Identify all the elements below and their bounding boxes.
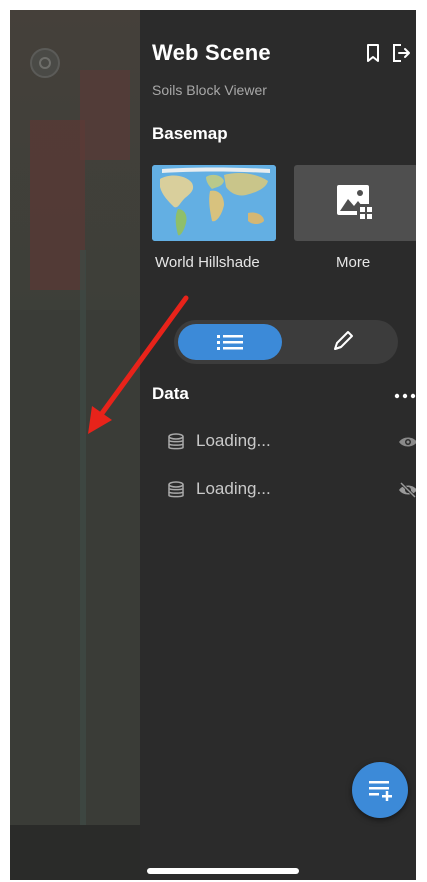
layer-row[interactable]: Loading...: [166, 428, 416, 456]
page-subtitle: Soils Block Viewer: [152, 82, 267, 98]
map-river: [80, 250, 86, 850]
map-soil-block: [30, 120, 85, 290]
pencil-icon: [334, 331, 353, 350]
add-layer-icon: [369, 781, 392, 801]
side-panel: Web Scene Soils Block Viewer Basemap Wor…: [140, 10, 416, 880]
map-bottom-bar: [10, 825, 140, 880]
world-map-thumbnail: [152, 165, 276, 241]
basemap-tile-more[interactable]: [294, 165, 416, 241]
eye-off-icon[interactable]: [398, 482, 416, 498]
list-icon: [217, 335, 243, 350]
basemap-heading: Basemap: [152, 124, 228, 143]
eye-icon[interactable]: [398, 434, 416, 450]
map-view[interactable]: [10, 10, 140, 880]
more-options-icon[interactable]: [394, 392, 416, 400]
toggle-list-button[interactable]: [178, 324, 282, 360]
app-screen: Web Scene Soils Block Viewer Basemap Wor…: [10, 10, 416, 880]
basemap-tile-world-hillshade[interactable]: [152, 165, 276, 241]
layer-row[interactable]: Loading...: [166, 476, 416, 504]
layer-stack-icon: [168, 433, 184, 450]
image-gallery-icon: [337, 185, 375, 221]
sign-out-icon[interactable]: [390, 42, 412, 64]
map-soil-block: [80, 70, 130, 160]
data-heading: Data: [152, 384, 189, 403]
page-title: Web Scene: [152, 40, 271, 65]
home-indicator[interactable]: [147, 868, 299, 874]
layer-stack-icon: [168, 481, 184, 498]
basemap-label-world-hillshade: World Hillshade: [155, 254, 260, 271]
view-toggle: [174, 320, 398, 364]
bookmark-icon[interactable]: [362, 42, 384, 64]
layer-label: Loading...: [196, 479, 271, 498]
compass-icon[interactable]: [30, 48, 60, 78]
toggle-edit-button[interactable]: [290, 324, 394, 360]
add-layer-button[interactable]: [352, 762, 408, 818]
basemap-label-more: More: [336, 254, 371, 271]
layer-label: Loading...: [196, 431, 271, 450]
